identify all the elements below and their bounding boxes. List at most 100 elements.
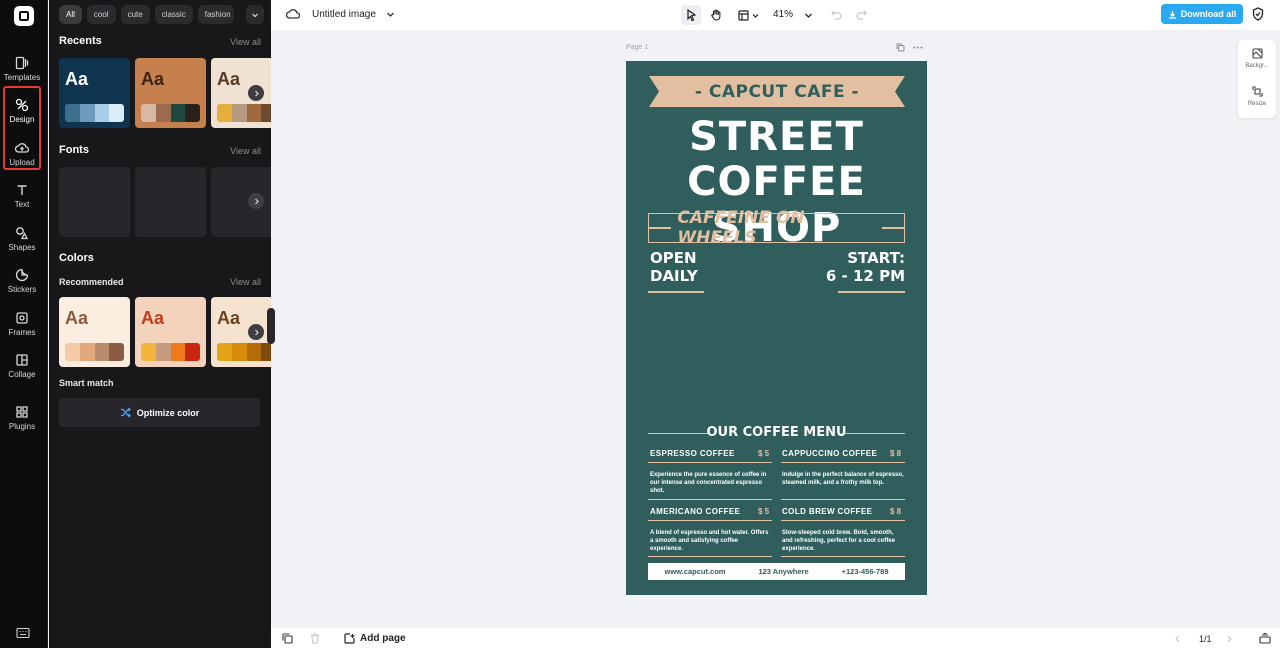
design-panel: All cool cute classic fashion Recents Vi…	[49, 0, 271, 648]
aa-sample: Aa	[65, 308, 89, 328]
chevron-down-icon[interactable]	[804, 11, 813, 20]
capcut-logo-icon[interactable]	[14, 6, 34, 26]
aa-sample: Aa	[141, 69, 165, 89]
rail-item-shapes[interactable]: Shapes	[0, 218, 44, 260]
text-icon	[17, 185, 27, 195]
templates-icon	[15, 56, 29, 70]
divider	[841, 433, 905, 434]
recents-view-all-link[interactable]: View all	[230, 37, 261, 47]
rail-item-templates[interactable]: Templates	[0, 48, 44, 90]
download-icon	[1168, 10, 1176, 19]
chevron-right-icon[interactable]	[1226, 635, 1233, 643]
divider	[781, 462, 905, 463]
layout-tool-button[interactable]	[734, 5, 762, 25]
color-palette-card[interactable]: Aa	[59, 297, 130, 367]
rail-item-plugins[interactable]: Plugins	[0, 397, 44, 439]
rail-item-collage[interactable]: Collage	[0, 345, 44, 387]
duplicate-page-icon[interactable]	[282, 633, 293, 644]
aa-sample: Aa	[217, 308, 241, 328]
background-tool[interactable]: Backgr...	[1238, 48, 1276, 69]
recents-next-button[interactable]	[248, 85, 264, 101]
divider	[648, 291, 704, 293]
swatch-row	[217, 104, 271, 122]
rail-item-text[interactable]: Text	[0, 175, 44, 217]
tagline-text: CAFFEINE ON WHEELS	[677, 208, 805, 248]
footer-phone: +123-456-789	[841, 567, 889, 576]
color-cards: Aa Aa Aa	[59, 297, 271, 367]
chip-cool[interactable]: cool	[86, 5, 116, 24]
rail-item-frames[interactable]: Frames	[0, 303, 44, 345]
divider	[838, 291, 905, 293]
hand-tool-button[interactable]	[706, 5, 726, 25]
download-all-button[interactable]: Download all	[1161, 4, 1243, 24]
rail-label: Shapes	[8, 243, 36, 252]
rail-item-stickers[interactable]: Stickers	[0, 260, 44, 302]
select-tool-button[interactable]	[681, 5, 701, 25]
fonts-view-all-link[interactable]: View all	[230, 146, 261, 156]
optimize-color-button[interactable]: Optimize color	[59, 398, 260, 427]
colors-view-all-link[interactable]: View all	[230, 277, 261, 287]
chips-expand-button[interactable]	[246, 5, 264, 24]
page-label: Page 1	[626, 44, 649, 51]
resize-label: Resize	[1247, 101, 1267, 107]
shield-icon[interactable]	[1252, 7, 1264, 21]
chip-all[interactable]: All	[59, 5, 82, 24]
add-page-label: Add page	[360, 633, 406, 644]
rail-label: Text	[14, 200, 30, 209]
chip-cute[interactable]: cute	[120, 5, 150, 24]
colors-next-button[interactable]	[248, 324, 264, 340]
shuffle-icon	[120, 407, 131, 418]
recent-style-card[interactable]: Aa	[135, 58, 206, 128]
color-palette-card[interactable]: Aa	[135, 297, 206, 367]
menu-item-name: CAPPUCCINO COFFEE	[782, 449, 878, 458]
font-card[interactable]	[135, 167, 206, 237]
document-title[interactable]: Untitled image	[312, 9, 376, 20]
chevron-down-icon	[752, 13, 758, 18]
more-options-icon[interactable]	[913, 43, 923, 52]
rail-highlight-box	[3, 86, 41, 170]
panel-collapse-handle[interactable]	[267, 308, 275, 344]
hand-icon	[711, 9, 721, 21]
resize-tool[interactable]: Resize	[1238, 86, 1276, 107]
aa-sample: Aa	[141, 308, 165, 328]
menu-item-price: $ 5	[758, 507, 770, 516]
tagline-box: CAFFEINE ON WHEELS	[648, 208, 905, 248]
undo-icon[interactable]	[831, 9, 842, 20]
fonts-next-button[interactable]	[248, 193, 264, 209]
recent-style-card[interactable]: Aa	[59, 58, 130, 128]
tagline-rule	[881, 227, 904, 229]
font-card[interactable]	[59, 167, 130, 237]
headline-street: STREET	[689, 114, 864, 160]
menu-item-name: COLD BREW COFFEE	[782, 507, 873, 516]
smart-match-title: Smart match	[59, 378, 114, 388]
chevron-right-icon	[254, 90, 259, 96]
start-hours: START: 6 - 12 PM	[826, 249, 905, 285]
stickers-icon	[15, 268, 29, 282]
menu-item-price: $ 8	[890, 449, 902, 458]
chip-fashion[interactable]: fashion	[197, 5, 234, 24]
zoom-level[interactable]: 41%	[773, 9, 793, 20]
rail-label: Frames	[8, 328, 36, 337]
redo-icon[interactable]	[856, 9, 867, 20]
aa-sample: Aa	[65, 69, 89, 89]
keyboard-icon[interactable]	[16, 627, 30, 639]
chevron-left-icon[interactable]	[1174, 635, 1181, 643]
add-page-button[interactable]: Add page	[344, 633, 406, 644]
trash-icon[interactable]	[310, 633, 320, 644]
divider	[781, 556, 905, 557]
cloud-save-icon[interactable]	[286, 8, 300, 20]
duplicate-page-icon[interactable]	[896, 43, 905, 52]
chevron-down-icon[interactable]	[386, 10, 395, 19]
top-bar: Untitled image 41% Download all	[271, 0, 1280, 30]
menu-item-name: ESPRESSO COFFEE	[650, 449, 735, 458]
menu-item-price: $ 5	[758, 449, 770, 458]
recommended-title: Recommended	[59, 277, 124, 287]
open-line-2: DAILY	[650, 267, 698, 285]
swatch-row	[141, 104, 200, 122]
page-overview-icon[interactable]	[1259, 633, 1271, 644]
fonts-cards	[59, 167, 271, 237]
menu-item-desc: A blend of espresso and hot water. Offer…	[650, 530, 769, 552]
chip-classic[interactable]: classic	[154, 5, 193, 24]
poster-canvas[interactable]: - CAPCUT CAFE - STREET COFFEE SHOP CAFFE…	[626, 61, 927, 595]
optimize-color-label: Optimize color	[136, 407, 200, 418]
